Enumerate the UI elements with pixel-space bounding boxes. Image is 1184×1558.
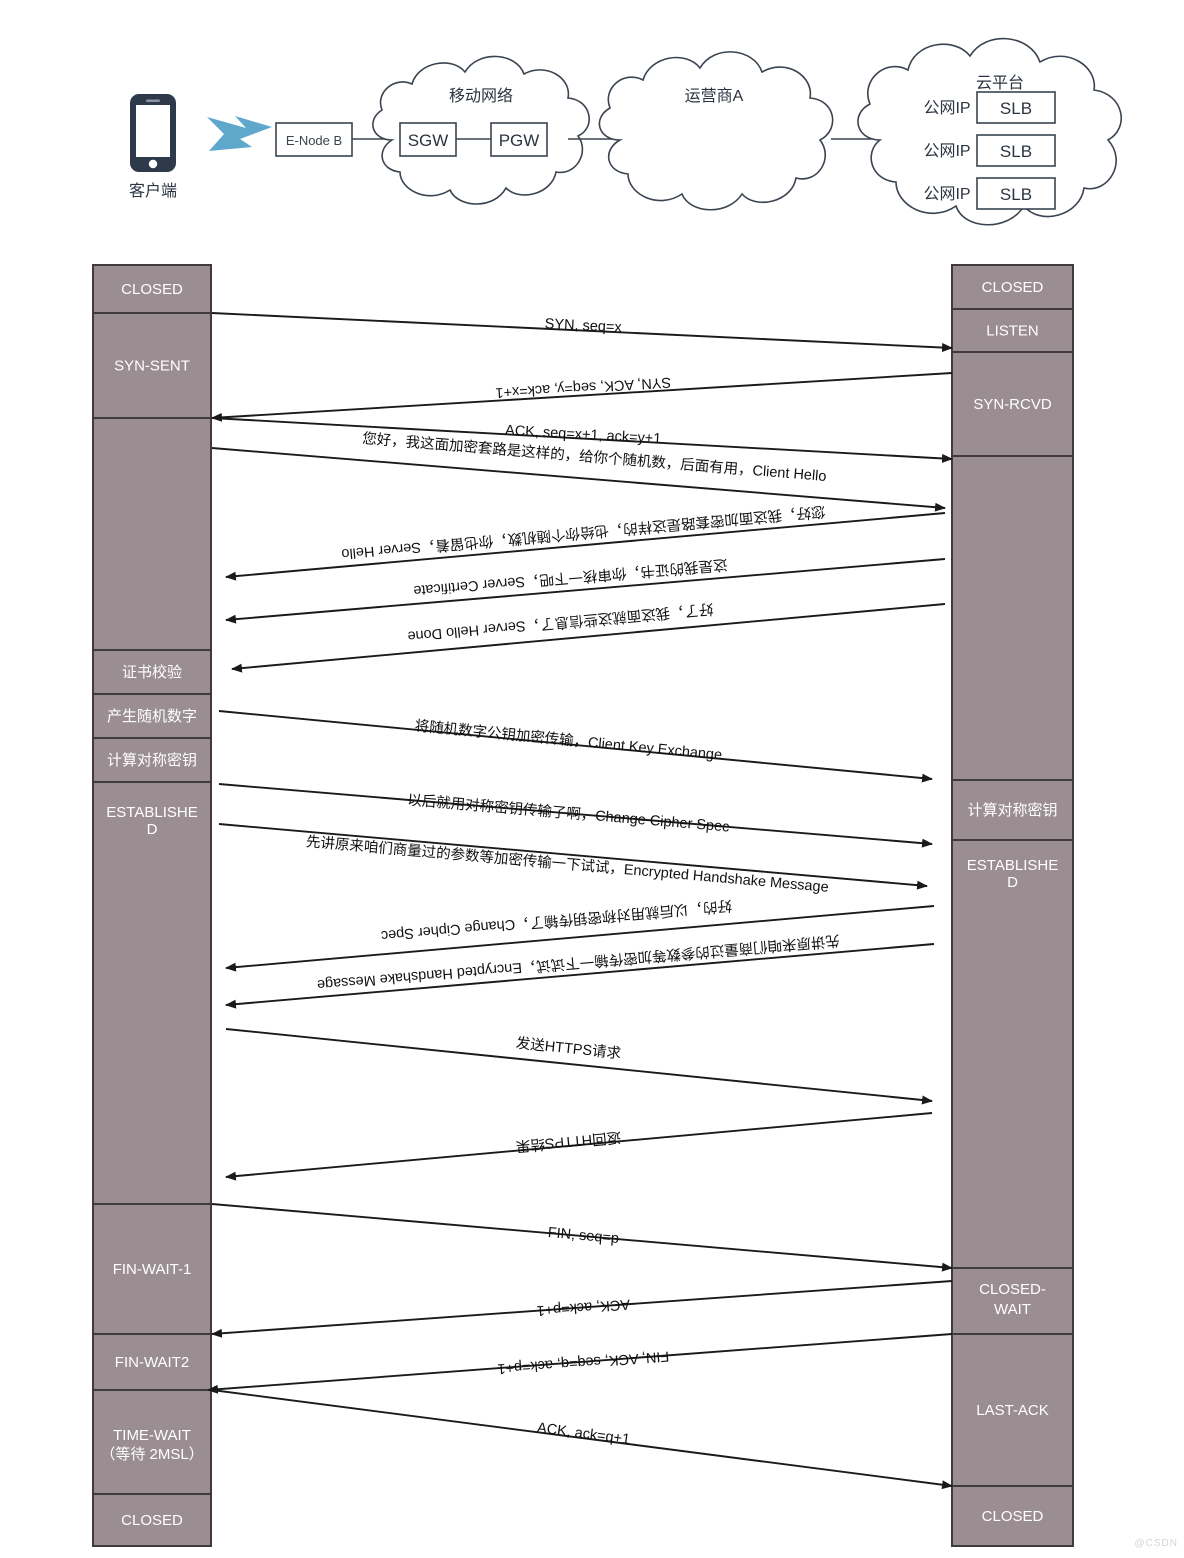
- client-state-label: SYN-SENT: [114, 358, 190, 375]
- svg-text:D: D: [147, 821, 158, 838]
- server-state-label: LISTEN: [986, 323, 1039, 340]
- server-state-label: LAST-ACK: [976, 1402, 1049, 1419]
- client-state-label: 计算对称密钥: [107, 751, 197, 769]
- client-state-label: TIME-WAIT: [113, 1427, 191, 1444]
- client-state-label: 产生随机数字: [107, 708, 197, 725]
- watermark: @CSDN: [1135, 1538, 1179, 1549]
- client-state-label: ESTABLISHE: [106, 804, 197, 821]
- message-label: FIN, seq=p: [547, 1225, 619, 1247]
- server-state-label: 计算对称密钥: [967, 801, 1057, 819]
- message-label: 将随机数字公钥加密传输，Client Key Exchange: [414, 717, 723, 763]
- server-state-box: [951, 455, 1074, 781]
- message-label: 您好，我这面加密套路是这样的，也给你个随机数，你也留着，Server Hello: [341, 502, 826, 562]
- svg-text:WAIT: WAIT: [994, 1301, 1031, 1318]
- messages-group: SYN, seq=xSYN, ACK, seq=y, ack=x+1ACK, s…: [207, 312, 953, 1490]
- server-lifeline: CLOSED LISTEN SYN-RCVD 计算对称密钥 ESTABLISHED CLO…: [951, 264, 1074, 1547]
- message-arrow: [218, 823, 928, 890]
- client-state-box: [92, 781, 212, 1205]
- message-label: 发送HTTPS请求: [515, 1035, 622, 1063]
- client-state-label: CLOSED: [121, 281, 183, 298]
- message-label: FIN, ACK, seq=q, ack=p+1: [497, 1348, 670, 1377]
- server-state-label: SYN-RCVD: [973, 396, 1052, 413]
- svg-text:（等待 2MSL）: （等待 2MSL）: [100, 1445, 203, 1463]
- message-label: 以后就用对称密钥传输了啊，Change Cipher Spec: [407, 791, 730, 835]
- client-state-label: FIN-WAIT-1: [113, 1261, 192, 1278]
- sequence-layer: CLOSEDSYN-SENT证书校验产生随机数字计算对称密钥ESTABLISHE…: [92, 264, 1179, 1549]
- client-state-label: 证书校验: [122, 664, 182, 681]
- client-state-label: FIN-WAIT2: [115, 1354, 189, 1371]
- client-state-box: [92, 417, 212, 651]
- client-state-label: CLOSED: [121, 1512, 183, 1529]
- message-label: 这是我的证书，你审核一下吧，Server Certificate: [413, 556, 728, 600]
- message-arrow: [225, 943, 935, 1009]
- client-lifeline: CLOSED SYN-SENT 证书校验产生随机数字计算对称密钥 ESTABLISHE…: [92, 264, 212, 1547]
- server-state-label: CLOSED: [982, 279, 1044, 296]
- message-label: SYN, seq=x: [544, 316, 622, 336]
- message-label: 先讲原来咱们商量过的参数等加密传输一下试试，Encrypted Handshak…: [305, 832, 829, 896]
- message-arrow: [225, 1028, 933, 1105]
- message-label: ACK, ack=q+1: [536, 1420, 631, 1448]
- svg-text:D: D: [1007, 874, 1018, 891]
- server-state-label: CLOSED: [982, 1508, 1044, 1525]
- diagram-root: 客户端 E-Node B 移动网络 SGW PGW 运营商A 云平台 公网IP …: [0, 0, 1184, 1558]
- server-state-box: [951, 839, 1074, 1269]
- server-state-label: CLOSED-: [979, 1281, 1046, 1298]
- message-label: ACK, ack=p+1: [536, 1296, 630, 1319]
- message-label: 返回HTTPS结果: [515, 1128, 622, 1154]
- message-label: 好的，以后就用对称密钥传输了，Change Cipher Spec: [380, 897, 732, 945]
- server-state-label: ESTABLISHE: [967, 857, 1058, 874]
